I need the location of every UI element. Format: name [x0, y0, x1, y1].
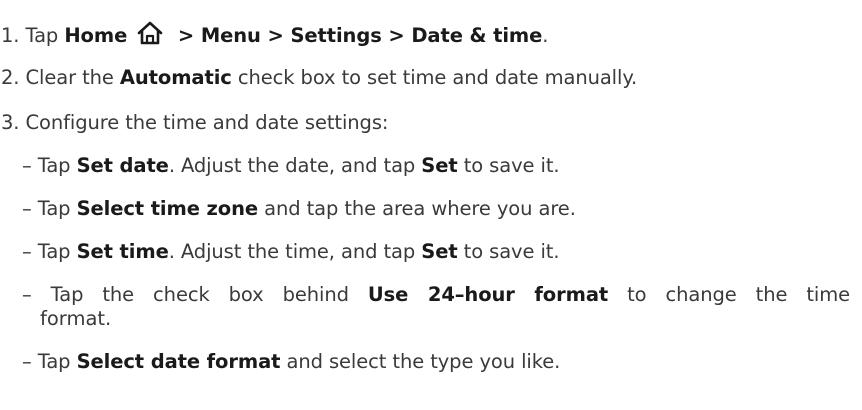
bullet-4-continuation: format. [40, 307, 111, 331]
bullet-select-date-format: – Tap Select date format and select the … [22, 350, 560, 374]
step-2-automatic: Automatic [119, 66, 232, 89]
bullet-24-hour-format: – Tap the check box behind Use 24–hour f… [22, 283, 850, 307]
step-1-settings: Settings [290, 24, 382, 47]
bullet-5-suffix: and select the type you like. [280, 350, 561, 373]
bullet-1-suffix: to save it. [457, 154, 560, 177]
step-3: 3. Configure the time and date settings: [1, 111, 388, 135]
step-2: 2. Clear the Automatic check box to set … [1, 66, 637, 90]
bullet-3-key-1: Set time [76, 240, 169, 263]
step-1-sep-3: > [381, 24, 412, 47]
bullet-3-suffix: to save it. [457, 240, 560, 263]
bullet-2-prefix: – Tap [22, 197, 77, 220]
bullet-3-middle: . Adjust the time, and tap [168, 240, 422, 263]
bullet-set-time: – Tap Set time. Adjust the time, and tap… [22, 240, 560, 264]
step-1-prefix: 1. Tap [1, 24, 65, 47]
step-3-text: 3. Configure the time and date settings: [1, 111, 389, 134]
bullet-select-time-zone: – Tap Select time zone and tap the area … [22, 197, 576, 221]
bullet-set-date: – Tap Set date. Adjust the date, and tap… [22, 154, 560, 178]
instruction-document: 1. Tap Home > Menu > Settings > Date & t… [0, 0, 862, 410]
home-icon [137, 21, 163, 45]
step-2-suffix: check box to set time and date manually. [231, 66, 638, 89]
bullet-1-prefix: – Tap [22, 154, 77, 177]
bullet-2-key-1: Select time zone [76, 197, 259, 220]
bullet-4-key-1: Use 24–hour format [367, 283, 609, 306]
bullet-2-suffix: and tap the area where you are. [258, 197, 576, 220]
step-1-end: . [542, 24, 549, 47]
bullet-4-prefix: – Tap the check box behind [22, 283, 368, 306]
step-2-prefix: 2. Clear the [1, 66, 120, 89]
step-1-home: Home [64, 24, 128, 47]
bullet-1-middle: . Adjust the date, and tap [168, 154, 422, 177]
step-1-date-time: Date & time [411, 24, 543, 47]
bullet-1-key-2: Set [421, 154, 458, 177]
bullet-4-suffix: to change the time [608, 283, 851, 306]
step-1-sep-2: > [260, 24, 291, 47]
step-1-sep-1: > [171, 24, 201, 47]
step-1-menu: Menu [200, 24, 261, 47]
step-1: 1. Tap Home > Menu > Settings > Date & t… [1, 21, 548, 48]
bullet-5-key-1: Select date format [76, 350, 281, 373]
bullet-4-cont-text: format. [40, 307, 112, 330]
bullet-3-key-2: Set [421, 240, 458, 263]
bullet-5-prefix: – Tap [22, 350, 77, 373]
bullet-1-key-1: Set date [76, 154, 169, 177]
bullet-3-prefix: – Tap [22, 240, 77, 263]
